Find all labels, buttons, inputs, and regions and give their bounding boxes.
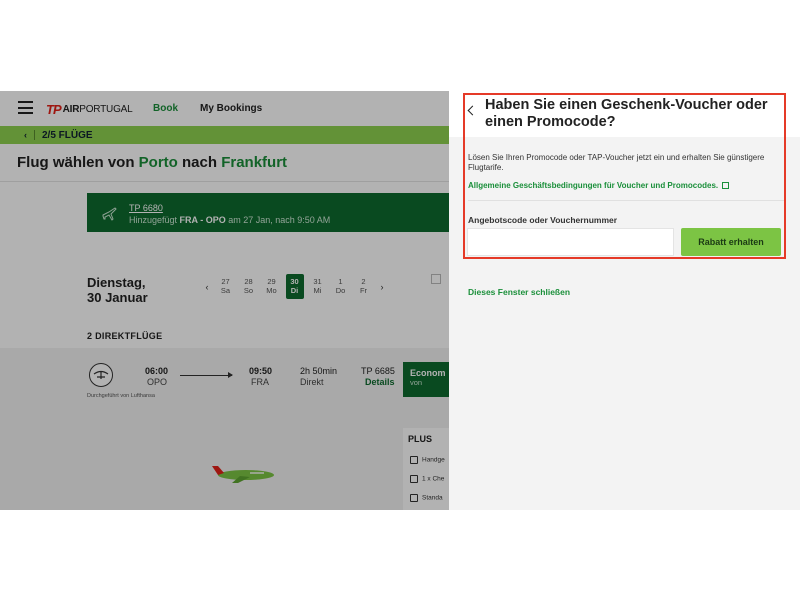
voucher-separator	[468, 200, 784, 201]
voucher-panel-title: Haben Sie einen Geschenk-Voucher oder ei…	[485, 97, 768, 130]
voucher-code-label: Angebotscode oder Vouchernummer	[468, 215, 618, 225]
booking-page: TP AIRPORTUGAL Book My Bookings ‹ 2/5 FL…	[0, 91, 449, 510]
close-window-link[interactable]: Dieses Fenster schließen	[468, 287, 570, 297]
get-discount-button[interactable]: Rabatt erhalten	[681, 228, 781, 256]
external-link-icon	[722, 182, 730, 189]
voucher-panel-header: Haben Sie einen Geschenk-Voucher oder ei…	[449, 91, 800, 137]
app-screen: TP AIRPORTUGAL Book My Bookings ‹ 2/5 FL…	[0, 91, 800, 510]
voucher-code-input[interactable]	[467, 228, 674, 256]
voucher-terms-link[interactable]: Allgemeine Geschäftsbedingungen für Vouc…	[468, 181, 730, 190]
modal-backdrop[interactable]	[0, 91, 449, 510]
back-chevron-icon[interactable]	[467, 105, 478, 116]
voucher-description: Lösen Sie Ihren Promocode oder TAP-Vouch…	[468, 153, 765, 172]
